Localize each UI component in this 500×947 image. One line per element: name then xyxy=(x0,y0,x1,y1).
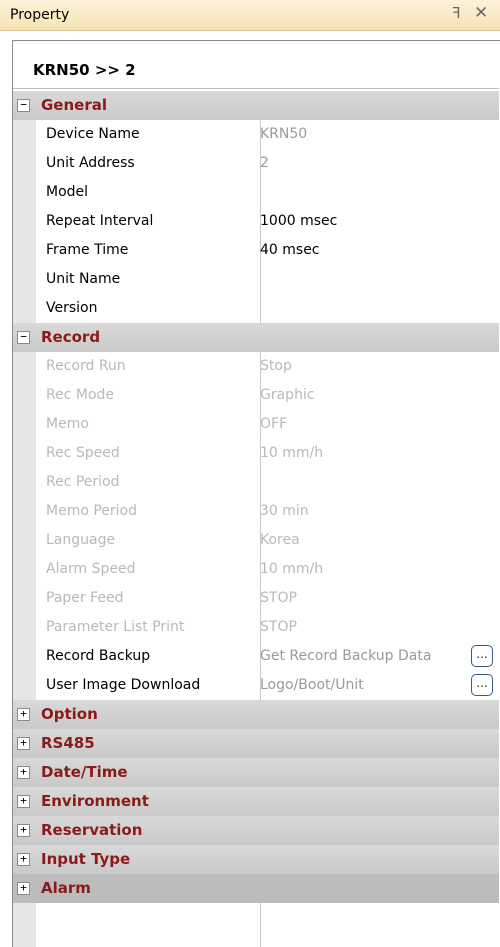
property-value: STOP xyxy=(260,590,297,606)
window-title: Property xyxy=(10,7,70,23)
property-row-unit-name[interactable]: Unit Name xyxy=(13,265,499,294)
property-row-repeat-interval[interactable]: Repeat Interval 1000 msec xyxy=(13,207,499,236)
property-value: 10 mm/h xyxy=(260,561,324,577)
property-name: User Image Download xyxy=(46,677,201,693)
property-name: Unit Name xyxy=(46,271,121,287)
category-input-type[interactable]: + Input Type xyxy=(13,845,499,874)
property-name: Rec Period xyxy=(46,474,120,490)
property-name: Rec Speed xyxy=(46,445,120,461)
property-row-parameter-list-print: Parameter List Print STOP xyxy=(13,613,499,642)
property-row-rec-mode: Rec Mode Graphic xyxy=(13,381,499,410)
collapse-icon[interactable]: − xyxy=(17,331,30,344)
category-rs485[interactable]: + RS485 xyxy=(13,729,499,758)
category-label: Alarm xyxy=(41,879,91,897)
category-label: Environment xyxy=(41,792,149,810)
category-record[interactable]: − Record xyxy=(13,323,499,352)
property-value: KRN50 xyxy=(260,126,308,142)
expand-icon[interactable]: + xyxy=(17,766,30,779)
property-name: Paper Feed xyxy=(46,590,124,606)
pin-icon[interactable]: ꟻ xyxy=(452,4,461,22)
property-value[interactable]: 1000 msec xyxy=(260,213,337,229)
property-name: Device Name xyxy=(46,126,140,142)
property-name: Version xyxy=(46,300,98,316)
category-date-time[interactable]: + Date/Time xyxy=(13,758,499,787)
category-label: General xyxy=(41,96,107,114)
close-icon[interactable]: ✕ xyxy=(474,3,488,23)
title-bar: Property ꟻ ✕ xyxy=(0,0,500,31)
expand-icon[interactable]: + xyxy=(17,824,30,837)
property-name: Memo Period xyxy=(46,503,137,519)
property-value: Logo/Boot/Unit xyxy=(260,677,364,693)
expand-icon[interactable]: + xyxy=(17,737,30,750)
property-row-rec-speed: Rec Speed 10 mm/h xyxy=(13,439,499,468)
category-general[interactable]: − General xyxy=(13,91,499,120)
category-environment[interactable]: + Environment xyxy=(13,787,499,816)
property-name: Frame Time xyxy=(46,242,129,258)
property-row-user-image-download[interactable]: User Image Download Logo/Boot/Unit ... xyxy=(13,671,499,700)
property-name: Repeat Interval xyxy=(46,213,154,229)
expand-icon[interactable]: + xyxy=(17,795,30,808)
property-value: OFF xyxy=(260,416,288,432)
property-name: Record Run xyxy=(46,358,126,374)
property-name: Parameter List Print xyxy=(46,619,185,635)
category-label: RS485 xyxy=(41,734,95,752)
property-value: 30 min xyxy=(260,503,309,519)
property-row-alarm-speed: Alarm Speed 10 mm/h xyxy=(13,555,499,584)
property-name: Rec Mode xyxy=(46,387,115,403)
property-name: Memo xyxy=(46,416,89,432)
property-name: Record Backup xyxy=(46,648,151,664)
category-label: Date/Time xyxy=(41,763,128,781)
property-value: Get Record Backup Data xyxy=(260,648,432,664)
property-row-frame-time[interactable]: Frame Time 40 msec xyxy=(13,236,499,265)
property-value: Graphic xyxy=(260,387,315,403)
property-row-model[interactable]: Model xyxy=(13,178,499,207)
expand-icon[interactable]: + xyxy=(17,853,30,866)
property-name: Language xyxy=(46,532,116,548)
property-name: Model xyxy=(46,184,89,200)
category-option[interactable]: + Option xyxy=(13,700,499,729)
property-row-version[interactable]: Version xyxy=(13,294,499,323)
property-row-rec-period: Rec Period xyxy=(13,468,499,497)
property-value[interactable]: 40 msec xyxy=(260,242,320,258)
category-label: Option xyxy=(41,705,98,723)
category-label: Record xyxy=(41,328,101,346)
path-bar: KRN50 >> 2 xyxy=(13,41,499,89)
property-row-unit-address[interactable]: Unit Address 2 xyxy=(13,149,499,178)
property-row-memo-period: Memo Period 30 min xyxy=(13,497,499,526)
property-name: Alarm Speed xyxy=(46,561,136,577)
property-row-record-run: Record Run Stop xyxy=(13,352,499,381)
category-label: Input Type xyxy=(41,850,131,868)
expand-icon[interactable]: + xyxy=(17,882,30,895)
category-alarm[interactable]: + Alarm xyxy=(13,874,499,903)
category-label: Reservation xyxy=(41,821,143,839)
property-row-record-backup[interactable]: Record Backup Get Record Backup Data ... xyxy=(13,642,499,671)
category-reservation[interactable]: + Reservation xyxy=(13,816,499,845)
collapse-icon[interactable]: − xyxy=(17,99,30,112)
property-grid: KRN50 >> 2 − General Device Name KRN50 U… xyxy=(12,40,500,947)
device-path: KRN50 >> 2 xyxy=(33,61,136,79)
property-row-paper-feed: Paper Feed STOP xyxy=(13,584,499,613)
property-row-memo: Memo OFF xyxy=(13,410,499,439)
property-value: 10 mm/h xyxy=(260,445,324,461)
property-value: Korea xyxy=(260,532,300,548)
property-row-device-name[interactable]: Device Name KRN50 xyxy=(13,120,499,149)
property-value: Stop xyxy=(260,358,292,374)
property-row-language: Language Korea xyxy=(13,526,499,555)
property-value: STOP xyxy=(260,619,297,635)
record-backup-button[interactable]: ... xyxy=(471,645,493,667)
user-image-download-button[interactable]: ... xyxy=(471,674,493,696)
property-name: Unit Address xyxy=(46,155,135,171)
property-value: 2 xyxy=(260,155,269,171)
expand-icon[interactable]: + xyxy=(17,708,30,721)
